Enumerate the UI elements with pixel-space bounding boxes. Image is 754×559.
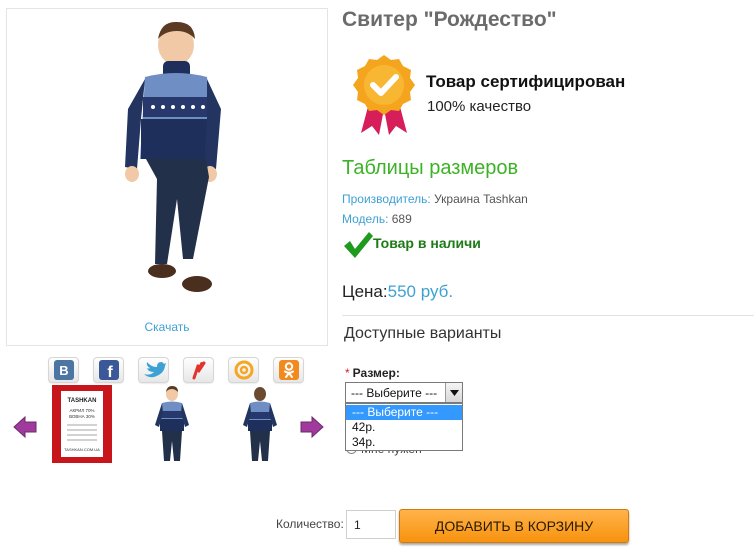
twitter-share-button[interactable] xyxy=(138,357,169,383)
thumb-label-line: TASHKAN.COM.UA xyxy=(64,447,100,452)
mail-ru-share-button[interactable] xyxy=(228,357,259,383)
surfingbird-share-button[interactable] xyxy=(183,357,214,383)
size-label-text: Размер: xyxy=(352,366,400,380)
vk-icon: B xyxy=(53,360,74,380)
checkmark-icon xyxy=(344,232,373,258)
download-link[interactable]: Скачать xyxy=(7,320,327,334)
add-to-cart-button[interactable]: ДОБАВИТЬ В КОРЗИНУ xyxy=(399,509,629,543)
stock-text: Товар в наличи xyxy=(373,235,481,251)
certificate-subtitle: 100% качество xyxy=(427,98,532,115)
quantity-input[interactable] xyxy=(346,510,396,539)
thumbnail-next-arrow[interactable] xyxy=(299,414,325,440)
main-product-image-frame: Скачать xyxy=(6,8,328,346)
manufacturer-row: Производитель: Украина Tashkan xyxy=(342,192,528,206)
vk-share-button[interactable]: B xyxy=(48,357,79,383)
dropdown-option[interactable]: --- Выберите --- xyxy=(346,405,462,420)
available-options-heading: Доступные варианты xyxy=(344,325,502,342)
thumb-label-line: ВОВНА 30% xyxy=(69,414,95,419)
thumbnail-boy-front[interactable] xyxy=(143,385,203,463)
thumbnail-prev-arrow[interactable] xyxy=(12,414,38,440)
twitter-icon xyxy=(143,362,166,378)
manufacturer-value: Украина Tashkan xyxy=(430,192,528,206)
dropdown-option[interactable]: 42р. xyxy=(346,420,462,435)
svg-text:f: f xyxy=(107,364,113,380)
main-product-image[interactable] xyxy=(7,9,329,314)
quantity-label: Количество: xyxy=(276,517,344,531)
size-dropdown-list: --- Выберите --- 42р. 34р. xyxy=(345,403,463,451)
price: Цена:550 руб. xyxy=(342,282,453,302)
thumb-label-line: АКРИЛ 70% xyxy=(69,408,94,413)
size-select[interactable]: --- Выберите --- xyxy=(345,382,463,403)
mail-ru-icon xyxy=(234,360,253,380)
size-tables-link[interactable]: Таблицы размеров xyxy=(342,157,518,180)
thumb-label-line: TASHKAN xyxy=(68,398,97,404)
price-label: Цена: xyxy=(342,282,388,301)
odnoklassniki-share-button[interactable] xyxy=(273,357,304,383)
arrow-right-icon xyxy=(300,415,324,439)
model-label: Модель: xyxy=(342,212,389,226)
thumbnail-label[interactable]: TASHKAN АКРИЛ 70% ВОВНА 30% TASHKAN.COM.… xyxy=(52,385,112,463)
chevron-down-icon xyxy=(449,389,459,396)
dropdown-toggle[interactable] xyxy=(445,383,462,402)
required-mark: * xyxy=(345,366,350,380)
size-option-label: * Размер: xyxy=(345,366,400,380)
model-row: Модель: 689 xyxy=(342,212,412,226)
facebook-share-button[interactable]: f xyxy=(93,357,124,383)
manufacturer-label[interactable]: Производитель: xyxy=(342,192,431,206)
model-value: 689 xyxy=(388,212,412,226)
size-select-value: --- Выберите --- xyxy=(351,386,438,400)
product-title: Свитер "Рождество" xyxy=(342,8,557,31)
price-value: 550 руб. xyxy=(387,282,454,301)
svg-text:B: B xyxy=(59,363,68,378)
odnoklassniki-icon xyxy=(278,360,299,380)
thumbnail-boy-back[interactable] xyxy=(230,385,290,463)
arrow-left-icon xyxy=(13,415,37,439)
surfingbird-icon xyxy=(192,361,205,380)
facebook-icon: f xyxy=(98,360,119,380)
certificate-badge-icon xyxy=(353,55,415,135)
dropdown-option[interactable]: 34р. xyxy=(346,435,462,450)
certificate-title: Товар сертифицирован xyxy=(426,72,626,91)
divider xyxy=(342,315,754,316)
